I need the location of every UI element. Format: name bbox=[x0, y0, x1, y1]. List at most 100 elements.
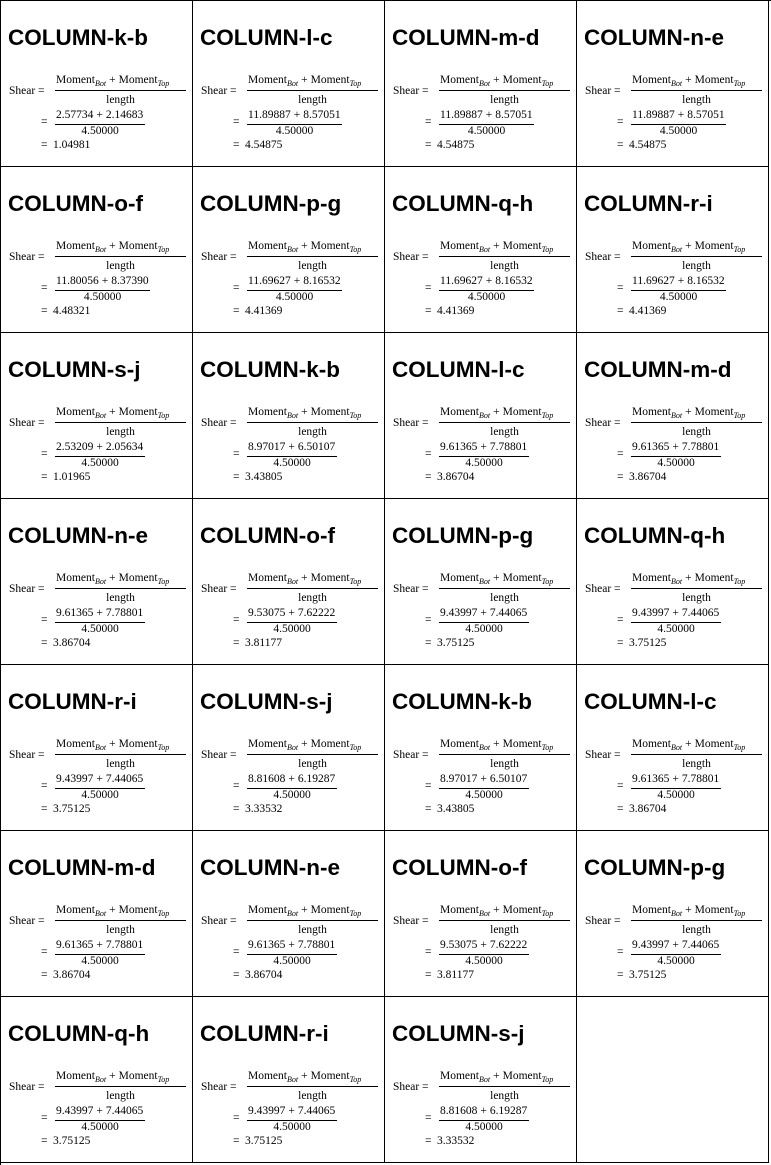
shear-label: Shear bbox=[9, 1081, 36, 1093]
plus-sign: + bbox=[109, 1070, 116, 1082]
substituted-numerator: 2.57734 +2.14683 bbox=[56, 109, 143, 121]
moment-top-value: 2.14683 bbox=[105, 109, 144, 121]
moment-term: Moment bbox=[502, 1070, 542, 1082]
shear-result: 4.41369 bbox=[629, 305, 667, 317]
plus-sign: + bbox=[288, 773, 295, 785]
moment-term: Moment bbox=[56, 572, 95, 584]
bot-subscript: Bot bbox=[478, 245, 491, 254]
equals-sign: = bbox=[617, 282, 624, 294]
equals-sign: = bbox=[425, 305, 432, 317]
shear-result: 3.86704 bbox=[629, 803, 667, 815]
general-numerator: MomentBot + MomentTop bbox=[440, 1070, 553, 1084]
equals-sign: = bbox=[422, 251, 429, 263]
substituted-numerator: 9.53075 +7.62222 bbox=[440, 939, 527, 951]
length-denominator: length bbox=[490, 924, 519, 936]
shear-formula: Shear = MomentBot + MomentTop length = 9.61365 +… bbox=[193, 831, 384, 996]
plus-sign: + bbox=[301, 1070, 308, 1082]
moment-term: Moment bbox=[694, 240, 734, 252]
column-shear-cell: COLUMN-o-f Shear = MomentBot + MomentTop lengt… bbox=[193, 499, 385, 665]
top-subscript: Top bbox=[733, 411, 746, 420]
shear-result: 3.75125 bbox=[53, 1135, 91, 1147]
length-value: 4.50000 bbox=[273, 1121, 311, 1133]
general-numerator: MomentBot + MomentTop bbox=[56, 74, 169, 88]
fraction-bar bbox=[631, 422, 762, 423]
shear-result: 1.04981 bbox=[53, 139, 91, 151]
moment-term: Moment bbox=[248, 572, 287, 584]
top-subscript: Top bbox=[733, 245, 746, 254]
shear-formula: Shear = MomentBot + MomentTop length = 9.53075 +… bbox=[385, 831, 576, 996]
equals-sign: = bbox=[233, 637, 240, 649]
length-value: 4.50000 bbox=[81, 955, 119, 967]
length-denominator: length bbox=[298, 924, 327, 936]
moment-bot-value: 8.81608 bbox=[440, 1105, 478, 1117]
fraction-bar bbox=[631, 90, 762, 91]
length-denominator: length bbox=[106, 426, 135, 438]
moment-term: Moment bbox=[440, 572, 479, 584]
equals-sign: = bbox=[425, 116, 432, 128]
length-denominator: length bbox=[106, 758, 135, 770]
equals-sign: = bbox=[38, 417, 45, 429]
column-shear-cell: COLUMN-q-h Shear = MomentBot + MomentTop lengt… bbox=[577, 499, 769, 665]
plus-sign: + bbox=[493, 406, 500, 418]
top-subscript: Top bbox=[541, 79, 554, 88]
shear-formula: Shear = MomentBot + MomentTop length = 9.43997 +… bbox=[1, 997, 192, 1162]
moment-term: Moment bbox=[502, 74, 542, 86]
moment-term: Moment bbox=[56, 240, 95, 252]
column-shear-cell: COLUMN-l-c Shear = MomentBot + MomentTop lengt… bbox=[193, 1, 385, 167]
bot-subscript: Bot bbox=[478, 79, 491, 88]
plus-sign: + bbox=[672, 441, 679, 453]
fraction-bar bbox=[55, 90, 186, 91]
moment-term: Moment bbox=[632, 406, 671, 418]
shear-formula: Shear = MomentBot + MomentTop length = 9.43997 +… bbox=[577, 831, 768, 996]
plus-sign: + bbox=[493, 738, 500, 750]
general-numerator: MomentBot + MomentTop bbox=[632, 738, 745, 752]
fraction-bar bbox=[247, 588, 378, 589]
equals-sign: = bbox=[425, 946, 432, 958]
equals-sign: = bbox=[230, 85, 237, 97]
equals-sign: = bbox=[233, 614, 240, 626]
length-value: 4.50000 bbox=[467, 125, 506, 137]
equals-sign: = bbox=[422, 749, 429, 761]
shear-formula: Shear = MomentBot + MomentTop length = 2.57734 +… bbox=[1, 1, 192, 166]
shear-label: Shear bbox=[585, 749, 612, 761]
bot-subscript: Bot bbox=[670, 743, 683, 752]
general-numerator: MomentBot + MomentTop bbox=[56, 904, 169, 918]
equals-sign: = bbox=[41, 946, 48, 958]
column-shear-cell: COLUMN-o-f Shear = MomentBot + MomentTop lengt… bbox=[1, 167, 193, 333]
equals-sign: = bbox=[617, 614, 624, 626]
moment-term: Moment bbox=[632, 572, 671, 584]
equals-sign: = bbox=[41, 116, 48, 128]
moment-term: Moment bbox=[248, 74, 287, 86]
fraction-bar bbox=[439, 90, 570, 91]
moment-bot-value: 9.61365 bbox=[248, 939, 286, 951]
shear-result: 3.75125 bbox=[629, 637, 667, 649]
moment-bot-value: 9.53075 bbox=[248, 607, 286, 619]
plus-sign: + bbox=[96, 773, 103, 785]
shear-label: Shear bbox=[201, 417, 228, 429]
column-shear-cell: COLUMN-n-e Shear = MomentBot + MomentTop lengt… bbox=[193, 831, 385, 997]
fraction-bar bbox=[439, 754, 570, 755]
moment-term: Moment bbox=[118, 406, 158, 418]
shear-label: Shear bbox=[9, 417, 36, 429]
equals-sign: = bbox=[614, 251, 621, 263]
bot-subscript: Bot bbox=[94, 577, 107, 586]
equals-sign: = bbox=[41, 637, 48, 649]
shear-formula: Shear = MomentBot + MomentTop length = 8.97017 +… bbox=[385, 665, 576, 830]
top-subscript: Top bbox=[733, 909, 746, 918]
empty-cell bbox=[577, 997, 769, 1163]
bot-subscript: Bot bbox=[286, 743, 299, 752]
moment-top-value: 7.62222 bbox=[489, 939, 528, 951]
bot-subscript: Bot bbox=[478, 909, 491, 918]
equals-sign: = bbox=[233, 116, 240, 128]
general-numerator: MomentBot + MomentTop bbox=[632, 74, 745, 88]
bot-subscript: Bot bbox=[670, 79, 683, 88]
general-numerator: MomentBot + MomentTop bbox=[248, 406, 361, 420]
shear-result: 3.43805 bbox=[437, 803, 475, 815]
top-subscript: Top bbox=[541, 577, 554, 586]
length-value: 4.50000 bbox=[657, 623, 695, 635]
moment-term: Moment bbox=[310, 1070, 350, 1082]
shear-label: Shear bbox=[201, 749, 228, 761]
moment-term: Moment bbox=[118, 572, 158, 584]
moment-top-value: 6.19287 bbox=[489, 1105, 528, 1117]
equals-sign: = bbox=[422, 85, 429, 97]
